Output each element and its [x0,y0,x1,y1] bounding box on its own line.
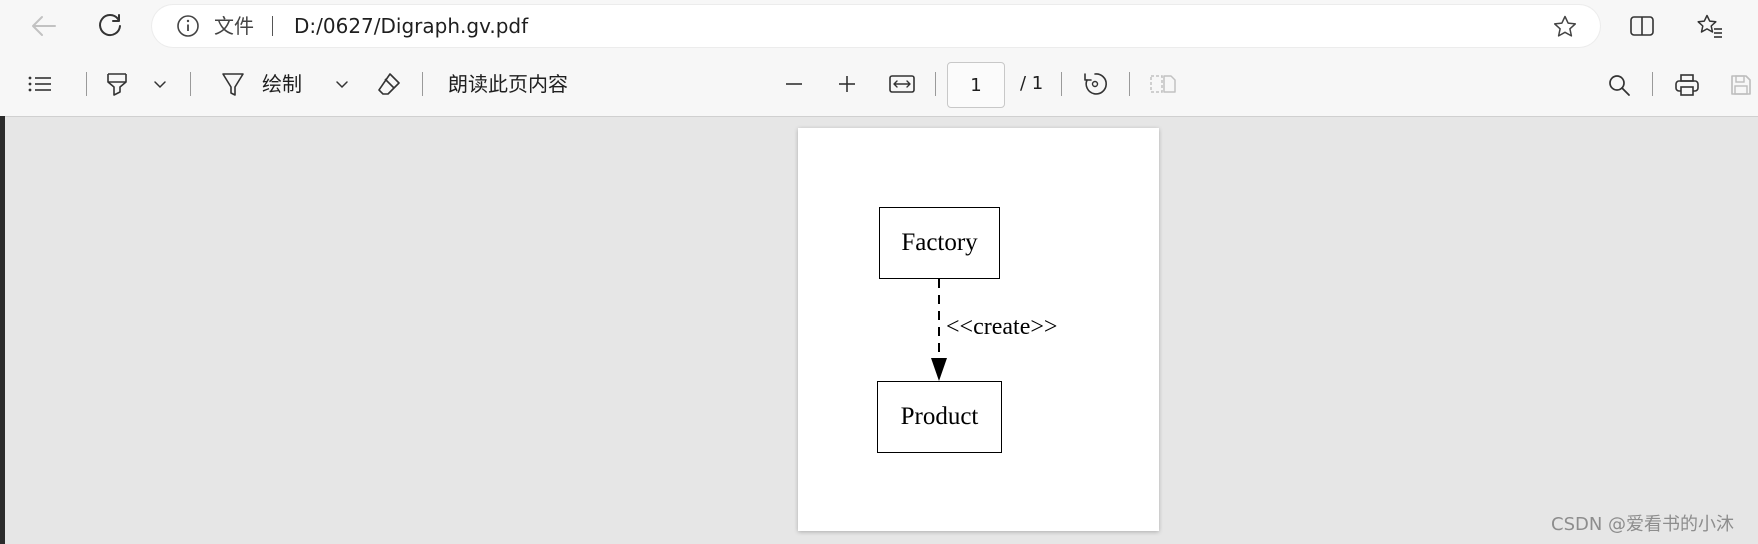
url-text[interactable]: D:/0627/Digraph.gv.pdf [294,5,528,47]
pdf-toolbar: 绘制 朗读此页内容 1 / 1 [0,52,1758,117]
save-icon [1726,70,1756,100]
product-node: Product [877,381,1002,453]
browser-address-row: 文件 D:/0627/Digraph.gv.pdf [0,0,1758,52]
toolbar-separator [190,72,191,96]
highlighter-icon[interactable] [102,68,132,100]
page-number-input[interactable]: 1 [947,62,1005,108]
eraser-icon[interactable] [374,68,404,100]
toolbar-separator [86,72,87,96]
page-total-label: / 1 [1020,73,1044,94]
toolbar-separator [935,72,936,96]
back-arrow-icon[interactable] [24,8,64,44]
pdf-page: Factory Product <<create>> [798,128,1159,531]
rotate-icon[interactable] [1080,69,1110,99]
minus-icon[interactable] [780,70,808,98]
toolbar-separator [1061,72,1062,96]
draw-pen-icon[interactable] [218,68,248,100]
factory-node: Factory [879,207,1000,279]
toolbar-separator [1129,72,1130,96]
read-aloud-button[interactable]: 朗读此页内容 [448,52,568,116]
toolbar-separator [422,72,423,96]
plus-icon[interactable] [833,70,861,98]
split-screen-icon[interactable] [1624,10,1660,42]
page-view-icon [1148,70,1178,98]
address-scheme-label: 文件 [214,14,254,38]
search-icon[interactable] [1604,70,1634,100]
favorites-list-icon[interactable] [1692,10,1728,42]
chevron-down-icon[interactable] [332,74,352,94]
toolbar-separator [1652,72,1653,96]
draw-label[interactable]: 绘制 [262,52,302,116]
window-edge [0,116,5,544]
info-icon[interactable] [176,14,200,38]
address-divider [272,16,273,36]
print-icon[interactable] [1672,70,1702,100]
fit-to-width-icon[interactable] [886,70,918,98]
table-of-contents-icon[interactable] [24,70,56,98]
edge-label: <<create>> [946,314,1058,340]
watermark: CSDN @爱看书的小沐 [1551,514,1735,535]
star-icon[interactable] [1552,14,1578,40]
address-bar[interactable]: 文件 D:/0627/Digraph.gv.pdf [152,5,1600,47]
refresh-icon[interactable] [90,8,130,44]
chevron-down-icon[interactable] [150,74,170,94]
